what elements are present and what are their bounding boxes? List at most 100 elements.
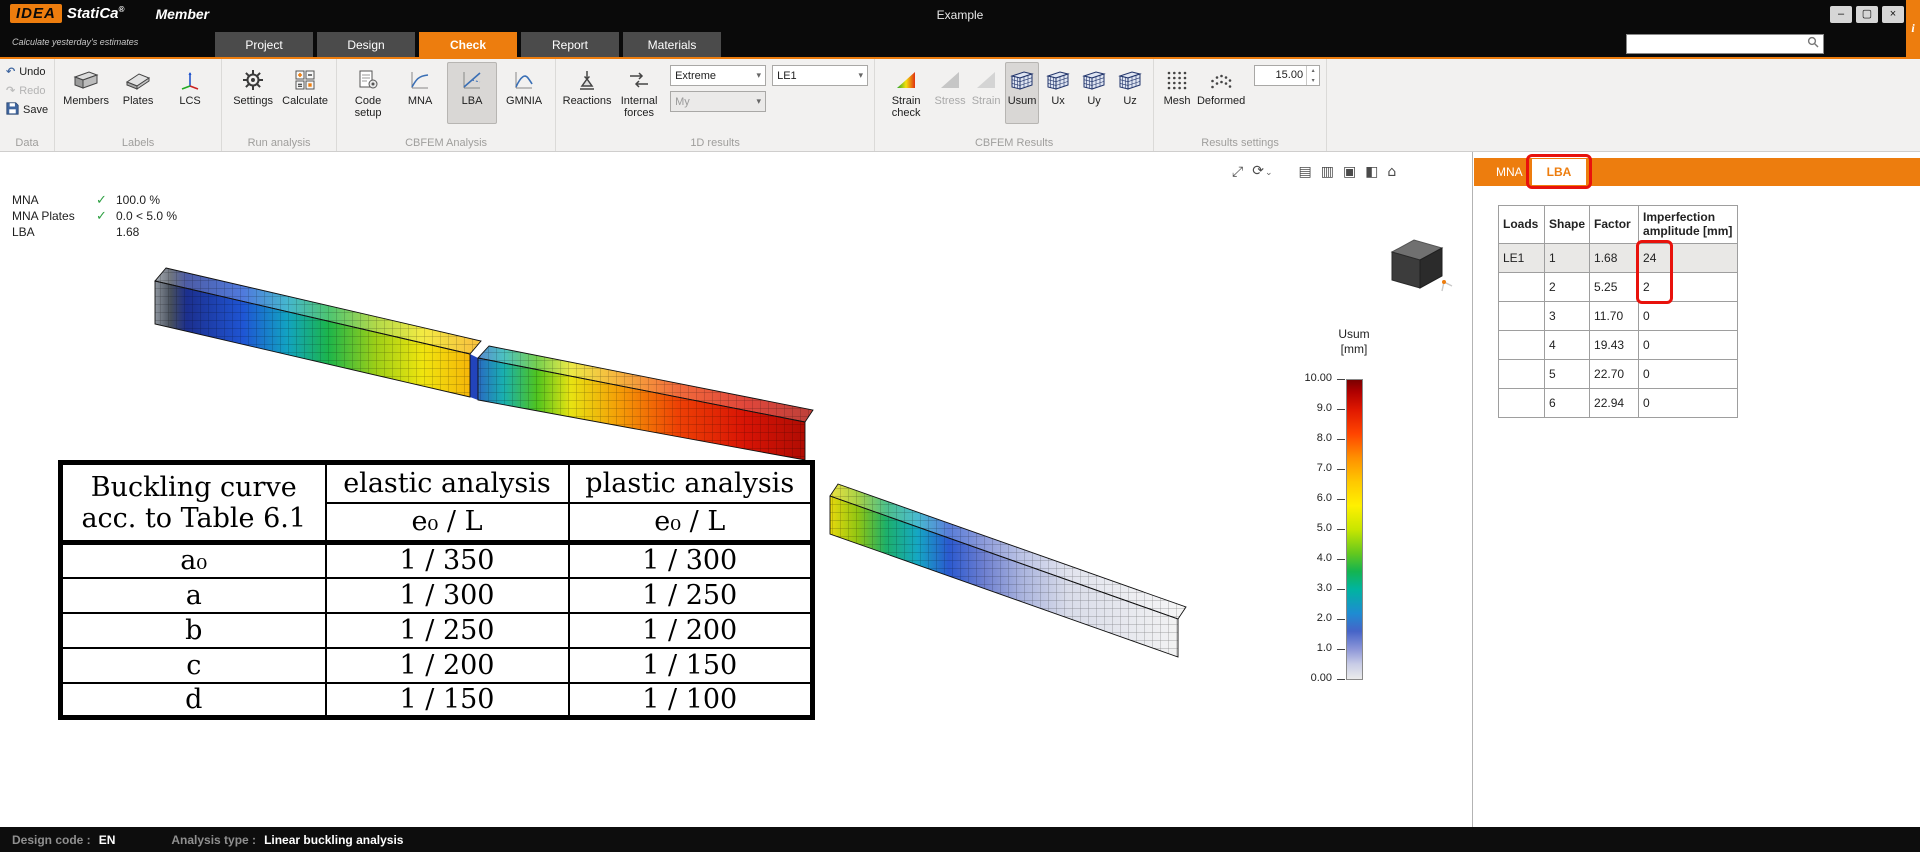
stress-icon bbox=[938, 67, 962, 93]
buckling-row-a0: a₀ 1 / 350 1 / 300 bbox=[61, 543, 813, 578]
group-label-data: Data bbox=[6, 137, 48, 151]
plates-button[interactable]: Plates bbox=[113, 62, 163, 124]
gmnia-button[interactable]: GMNIA bbox=[499, 62, 549, 124]
scale-tick-label: 0.00 bbox=[1268, 672, 1332, 684]
calculate-button[interactable]: Calculate bbox=[280, 62, 330, 124]
viewport-3d[interactable]: ⤢ ⟳ ▤ ▥ ▣ ◧ ⌂ MNA ✓ 100.0 % MNA Plates ✓… bbox=[0, 152, 1473, 827]
minimize-button[interactable]: – bbox=[1830, 6, 1852, 23]
strain-icon bbox=[974, 67, 998, 93]
document-title: Example bbox=[937, 8, 984, 22]
code-setup-button[interactable]: Code setup bbox=[343, 62, 393, 124]
statica-logo-text: StatiCa® bbox=[67, 5, 125, 22]
window-controls: – ▢ × bbox=[1830, 6, 1904, 23]
stepper-arrows bbox=[1306, 66, 1319, 85]
group-label-1d-results: 1D results bbox=[562, 137, 868, 151]
mesh-button[interactable]: Mesh bbox=[1160, 62, 1194, 124]
buckling-curve-table-overlay: Buckling curve acc. to Table 6.1 elastic… bbox=[58, 460, 815, 720]
mna-button[interactable]: MNA bbox=[395, 62, 445, 124]
save-button[interactable]: Save bbox=[6, 102, 48, 117]
analysis-type-label: Analysis type : bbox=[171, 833, 256, 847]
design-code-value: EN bbox=[99, 833, 116, 847]
ribbon-group-data: Undo Redo Save Data bbox=[0, 59, 55, 151]
component-select[interactable]: My bbox=[670, 91, 766, 112]
ribbon-group-labels: Members Plates LCS Labels bbox=[55, 59, 222, 151]
undo-button[interactable]: Undo bbox=[6, 64, 46, 79]
scale-tick-label: 1.0 bbox=[1268, 642, 1332, 654]
lcs-axes-icon bbox=[178, 67, 202, 93]
ux-mesh-icon bbox=[1045, 67, 1071, 93]
reactions-button[interactable]: Reactions bbox=[562, 62, 612, 124]
internal-forces-icon bbox=[627, 67, 651, 93]
usum-button[interactable]: Usum bbox=[1005, 62, 1039, 124]
group-label-run-analysis: Run analysis bbox=[228, 137, 330, 151]
tab-project[interactable]: Project bbox=[215, 32, 313, 57]
ribbon-group-cbfem-results: Strain check Stress Strain Usum Ux bbox=[875, 59, 1154, 151]
scale-unit: [mm] bbox=[1294, 342, 1414, 356]
internal-forces-button[interactable]: Internal forces bbox=[614, 62, 664, 124]
table-row[interactable]: 6 22.94 0 bbox=[1499, 389, 1738, 418]
result-color-scale: Usum [mm] 10.00 9.0 8.0 7.0 6.0 5.0 4.0 … bbox=[1268, 327, 1398, 717]
clipping-view-icon[interactable]: ◧ bbox=[1365, 163, 1378, 181]
table-row[interactable]: LE1 1 1.68 24 bbox=[1499, 244, 1738, 273]
stepper-down-icon[interactable] bbox=[1307, 76, 1319, 86]
analysis-type-value: Linear buckling analysis bbox=[264, 833, 403, 847]
settings-button[interactable]: Settings bbox=[228, 62, 278, 124]
uy-button[interactable]: Uy bbox=[1077, 62, 1111, 124]
ux-button[interactable]: Ux bbox=[1041, 62, 1075, 124]
scale-tick-label: 5.0 bbox=[1268, 522, 1332, 534]
extreme-select[interactable]: Extreme bbox=[670, 65, 766, 86]
col-header-loads: Loads bbox=[1499, 206, 1545, 244]
stress-button[interactable]: Stress bbox=[933, 62, 967, 124]
col-header-imperfection: Imperfection amplitude [mm] bbox=[1639, 206, 1738, 244]
load-case-select[interactable]: LE1 bbox=[772, 65, 868, 86]
uz-button[interactable]: Uz bbox=[1113, 62, 1147, 124]
results-panel: MNA LBA Loads Shape Factor Imperfection … bbox=[1474, 152, 1920, 827]
maximize-button[interactable]: ▢ bbox=[1856, 6, 1878, 23]
home-view-icon[interactable]: ⌂ bbox=[1387, 163, 1396, 181]
panel-tab-lba[interactable]: LBA bbox=[1532, 159, 1586, 185]
redo-button[interactable]: Redo bbox=[6, 83, 46, 98]
strain-check-button[interactable]: Strain check bbox=[881, 62, 931, 124]
navigation-cube[interactable] bbox=[1378, 230, 1456, 301]
members-icon bbox=[73, 67, 99, 93]
strain-button[interactable]: Strain bbox=[969, 62, 1003, 124]
fit-view-icon[interactable]: ⤢ bbox=[1232, 163, 1243, 181]
tab-report[interactable]: Report bbox=[521, 32, 619, 57]
app-logo: IDEA StatiCa® Member bbox=[10, 4, 209, 23]
table-row[interactable]: 4 19.43 0 bbox=[1499, 331, 1738, 360]
tab-design[interactable]: Design bbox=[317, 32, 415, 57]
deformed-button[interactable]: Deformed bbox=[1196, 62, 1246, 124]
app-window: IDEA StatiCa® Member Calculate yesterday… bbox=[0, 0, 1920, 852]
solid-view-icon[interactable]: ▣ bbox=[1343, 163, 1356, 181]
table-row[interactable]: 3 11.70 0 bbox=[1499, 302, 1738, 331]
gear-icon bbox=[241, 67, 265, 93]
lba-button[interactable]: LBA bbox=[447, 62, 497, 124]
members-button[interactable]: Members bbox=[61, 62, 111, 124]
tagline: Calculate yesterday's estimates bbox=[12, 37, 138, 47]
ribbon-group-results-settings: Mesh Deformed 15.00 Results settings bbox=[1154, 59, 1327, 151]
rotate-view-icon[interactable]: ⟳ bbox=[1252, 162, 1272, 182]
ribbon-tab-bar: Project Design Check Report Materials bbox=[215, 32, 721, 57]
wireframe-view-icon[interactable]: ▤ bbox=[1298, 163, 1311, 181]
deformation-scale-input[interactable]: 15.00 bbox=[1254, 65, 1320, 86]
deformed-beam-primary bbox=[155, 268, 813, 460]
tab-check[interactable]: Check bbox=[419, 32, 517, 57]
tab-materials[interactable]: Materials bbox=[623, 32, 721, 57]
check-icon: ✓ bbox=[96, 209, 116, 224]
search-box bbox=[1626, 34, 1824, 54]
scale-tick-label: 10.00 bbox=[1268, 372, 1332, 384]
status-bar: Design code : EN Analysis type : Linear … bbox=[0, 827, 1920, 852]
table-row[interactable]: 5 22.70 0 bbox=[1499, 360, 1738, 389]
col-header-shape: Shape bbox=[1545, 206, 1590, 244]
lcs-button[interactable]: LCS bbox=[165, 62, 215, 124]
mna-chart-icon bbox=[408, 67, 432, 93]
info-button[interactable]: i bbox=[1906, 0, 1920, 57]
group-label-results-settings: Results settings bbox=[1160, 137, 1320, 151]
stepper-up-icon[interactable] bbox=[1307, 66, 1319, 76]
search-input[interactable] bbox=[1631, 37, 1807, 51]
check-icon: ✓ bbox=[96, 193, 116, 208]
table-row[interactable]: 2 5.25 2 bbox=[1499, 273, 1738, 302]
panel-tab-mna[interactable]: MNA bbox=[1496, 158, 1523, 186]
transparent-view-icon[interactable]: ▥ bbox=[1321, 163, 1334, 181]
close-button[interactable]: × bbox=[1882, 6, 1904, 23]
